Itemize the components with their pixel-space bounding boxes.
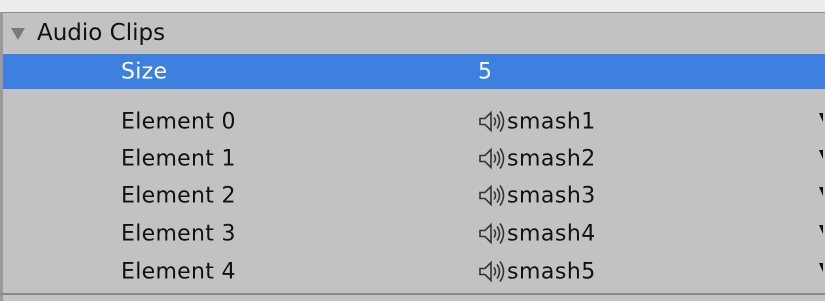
object-picker-arrow-icon[interactable]	[819, 113, 823, 122]
size-input[interactable]: 5	[478, 59, 493, 84]
audio-clip-field[interactable]: smash2	[478, 146, 596, 171]
array-element-row[interactable]: Element 3 smash4	[3, 215, 825, 252]
array-element-row[interactable]: Element 0 smash1	[3, 103, 825, 140]
element-label: Element 3	[121, 221, 236, 246]
element-label: Element 0	[121, 109, 236, 134]
audio-clip-name: smash4	[507, 221, 596, 246]
speaker-icon	[478, 110, 506, 134]
audio-clip-name: smash1	[507, 109, 596, 134]
object-picker-arrow-icon[interactable]	[819, 225, 823, 234]
audio-clips-foldout[interactable]: Audio Clips	[3, 16, 825, 53]
object-picker-arrow-icon[interactable]	[819, 187, 823, 196]
bottom-divider	[0, 293, 825, 295]
audio-clip-field[interactable]: smash4	[478, 221, 596, 246]
speaker-icon	[478, 147, 506, 171]
size-label: Size	[121, 59, 168, 84]
audio-clip-field[interactable]: smash5	[478, 259, 596, 284]
speaker-icon	[478, 260, 506, 284]
speaker-icon	[478, 222, 506, 246]
object-picker-arrow-icon[interactable]	[819, 150, 823, 159]
audio-clip-field[interactable]: smash1	[478, 109, 596, 134]
element-label: Element 1	[121, 146, 236, 171]
audio-clip-name: smash5	[507, 259, 596, 284]
speaker-icon	[478, 184, 506, 208]
audio-clip-field[interactable]: smash3	[478, 183, 596, 208]
audio-clip-name: smash2	[507, 146, 596, 171]
foldout-label: Audio Clips	[37, 20, 166, 46]
array-element-row[interactable]: Element 2 smash3	[3, 177, 825, 214]
array-element-row[interactable]: Element 4 smash5	[3, 253, 825, 290]
array-element-row[interactable]: Element 1 smash2	[3, 140, 825, 177]
top-divider	[0, 0, 825, 13]
inspector-panel: Audio Clips Size 5 Element 0 smash1 Elem…	[0, 0, 825, 301]
element-label: Element 2	[121, 183, 236, 208]
element-label: Element 4	[121, 259, 236, 284]
size-field-row[interactable]: Size 5	[3, 54, 825, 89]
foldout-triangle-icon[interactable]	[11, 28, 25, 40]
audio-clip-name: smash3	[507, 183, 596, 208]
object-picker-arrow-icon[interactable]	[819, 263, 823, 272]
